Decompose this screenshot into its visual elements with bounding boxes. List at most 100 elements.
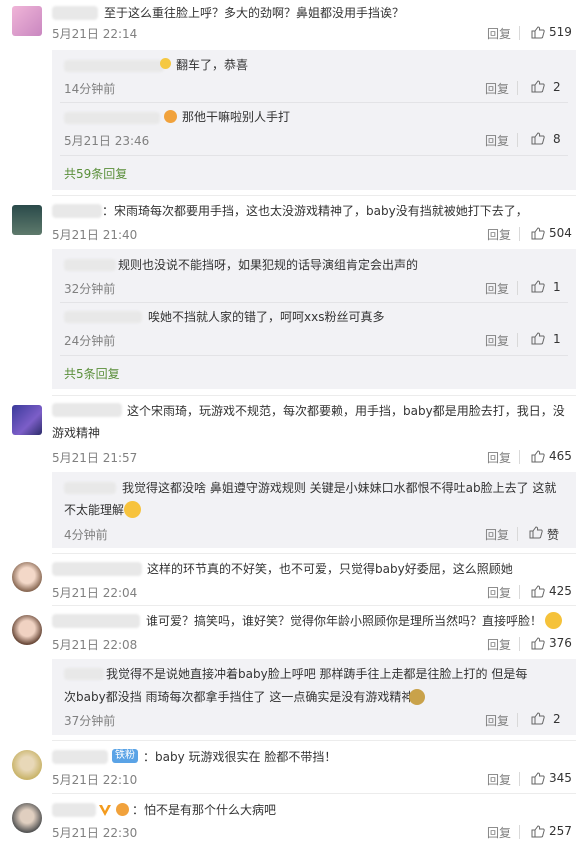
smile-emoji-icon xyxy=(124,501,141,518)
emoji-icon xyxy=(116,803,129,816)
reply-button[interactable]: 回复 xyxy=(487,771,511,788)
reply-text: 唉她不挡就人家的错了，呵呵xxs粉丝可真多 xyxy=(148,310,385,324)
divider xyxy=(52,395,576,396)
username[interactable] xyxy=(52,204,102,218)
reply-button[interactable]: 回复 xyxy=(487,449,511,466)
reply-button[interactable]: 回复 xyxy=(485,80,509,97)
reply-button[interactable]: 回复 xyxy=(487,636,511,653)
reply-username[interactable] xyxy=(64,482,116,494)
reply-button[interactable]: 回复 xyxy=(485,280,509,297)
thumbs-up-icon[interactable] xyxy=(531,825,545,838)
like-count: 8 xyxy=(553,132,561,146)
reply-button[interactable]: 回复 xyxy=(485,332,509,349)
reply-button[interactable]: 回复 xyxy=(485,526,509,543)
avatar[interactable] xyxy=(12,562,42,592)
like-count: 1 xyxy=(553,280,561,294)
reply-button[interactable]: 回复 xyxy=(487,584,511,601)
divider xyxy=(52,740,576,741)
avatar[interactable] xyxy=(12,750,42,780)
separator xyxy=(519,450,520,464)
comment-time: 5月21日 21:40 xyxy=(52,228,138,242)
emoji-icon xyxy=(409,689,425,705)
username[interactable] xyxy=(52,6,98,20)
reply-button[interactable]: 回复 xyxy=(485,132,509,149)
divider xyxy=(52,195,576,196)
like-count: 1 xyxy=(553,332,561,346)
reply-button[interactable]: 回复 xyxy=(485,712,509,729)
comment-time: 5月21日 22:08 xyxy=(52,638,138,652)
separator xyxy=(517,281,518,295)
thumbs-up-icon[interactable] xyxy=(531,332,545,345)
comment-text: 这个宋雨琦，玩游戏不规范，每次都要赖，用手挡，baby都是用脸去打，我日，没 xyxy=(127,404,565,418)
reply-time: 24分钟前 xyxy=(64,334,116,348)
reply-username[interactable] xyxy=(64,112,160,124)
comment-text: ：怕不是有那个什么大病吧 xyxy=(132,803,277,817)
fan-badge: 铁粉 xyxy=(112,749,138,763)
thumbs-up-icon[interactable] xyxy=(531,132,545,145)
reply-text: 我觉得不是说她直接冲着baby脸上呼吧 那样踌手往上走都是往脸上打的 但是每 xyxy=(106,667,528,681)
emoji-icon xyxy=(160,58,171,69)
divider xyxy=(52,553,576,554)
crying-emoji-icon xyxy=(545,612,562,629)
thumbs-up-icon[interactable] xyxy=(531,772,545,785)
reply-username[interactable] xyxy=(64,311,142,323)
reply-username[interactable] xyxy=(64,668,104,680)
divider xyxy=(60,155,568,156)
like-count: 赞 xyxy=(547,528,560,542)
thumbs-up-icon[interactable] xyxy=(531,637,545,650)
like-count: 345 xyxy=(549,771,572,785)
emoji-icon xyxy=(164,110,177,123)
reply-button[interactable]: 回复 xyxy=(487,226,511,243)
separator xyxy=(519,637,520,651)
comment-text: 谁可爱？搞笑吗，谁好笑？觉得你年龄小照顾你是理所当然吗？直接呼脸！ xyxy=(146,614,543,628)
thumbs-up-icon[interactable] xyxy=(531,26,545,39)
like-count: 2 xyxy=(553,80,561,94)
comment-text-line2: 游戏精神 xyxy=(52,426,101,440)
thumbs-up-icon[interactable] xyxy=(531,585,545,598)
comment-text: 这样的环节真的不好笑，也不可爱，只觉得baby好委屈，这么照顾她 xyxy=(147,562,513,576)
separator xyxy=(519,825,520,839)
avatar[interactable] xyxy=(12,6,42,36)
comment-text: ：baby 玩游戏很实在 脸都不带挡！ xyxy=(143,750,337,764)
like-count: 2 xyxy=(553,712,561,726)
reply-username[interactable] xyxy=(64,259,116,271)
reply-text-line2: 次baby都没挡 雨琦每次都拿手挡住了 这一点确实是没有游戏精神 xyxy=(64,690,414,704)
username[interactable] xyxy=(52,750,108,764)
reply-time: 5月21日 23:46 xyxy=(64,134,150,148)
reply-username[interactable] xyxy=(64,60,164,72)
comment-text: ：宋雨琦每次都要用手挡，这也太没游戏精神了，baby没有挡就被她打下去了， xyxy=(102,204,528,218)
divider xyxy=(52,605,576,606)
separator xyxy=(517,527,518,541)
reply-button[interactable]: 回复 xyxy=(487,25,511,42)
avatar[interactable] xyxy=(12,205,42,235)
avatar[interactable] xyxy=(12,405,42,435)
view-more-replies-link[interactable]: 共59条回复 xyxy=(64,165,127,182)
divider xyxy=(60,302,568,303)
separator xyxy=(517,713,518,727)
reply-time: 32分钟前 xyxy=(64,282,116,296)
reply-text: 那他干嘛啦别人手打 xyxy=(182,110,291,124)
avatar[interactable] xyxy=(12,615,42,645)
username[interactable] xyxy=(52,803,96,817)
thumbs-up-icon[interactable] xyxy=(531,280,545,293)
username[interactable] xyxy=(52,614,140,628)
reply-text-line2: 不太能理解 xyxy=(64,503,125,517)
reply-time: 14分钟前 xyxy=(64,82,116,96)
thumbs-up-icon[interactable] xyxy=(531,712,545,725)
reply-time: 4分钟前 xyxy=(64,528,108,542)
separator xyxy=(519,26,520,40)
comment-time: 5月21日 22:04 xyxy=(52,586,138,600)
avatar[interactable] xyxy=(12,803,42,833)
thumbs-up-icon[interactable] xyxy=(531,227,545,240)
thumbs-up-icon[interactable] xyxy=(531,80,545,93)
username[interactable] xyxy=(52,403,122,417)
separator xyxy=(517,333,518,347)
divider xyxy=(60,355,568,356)
view-more-replies-link[interactable]: 共5条回复 xyxy=(64,365,120,382)
thumbs-up-icon[interactable] xyxy=(529,526,543,539)
divider xyxy=(60,102,568,103)
thumbs-up-icon[interactable] xyxy=(531,450,545,463)
username[interactable] xyxy=(52,562,142,576)
reply-text: 翻车了，恭喜 xyxy=(176,58,249,72)
reply-text: 规则也没说不能挡呀，如果犯规的话导演组肯定会出声的 xyxy=(118,258,419,272)
